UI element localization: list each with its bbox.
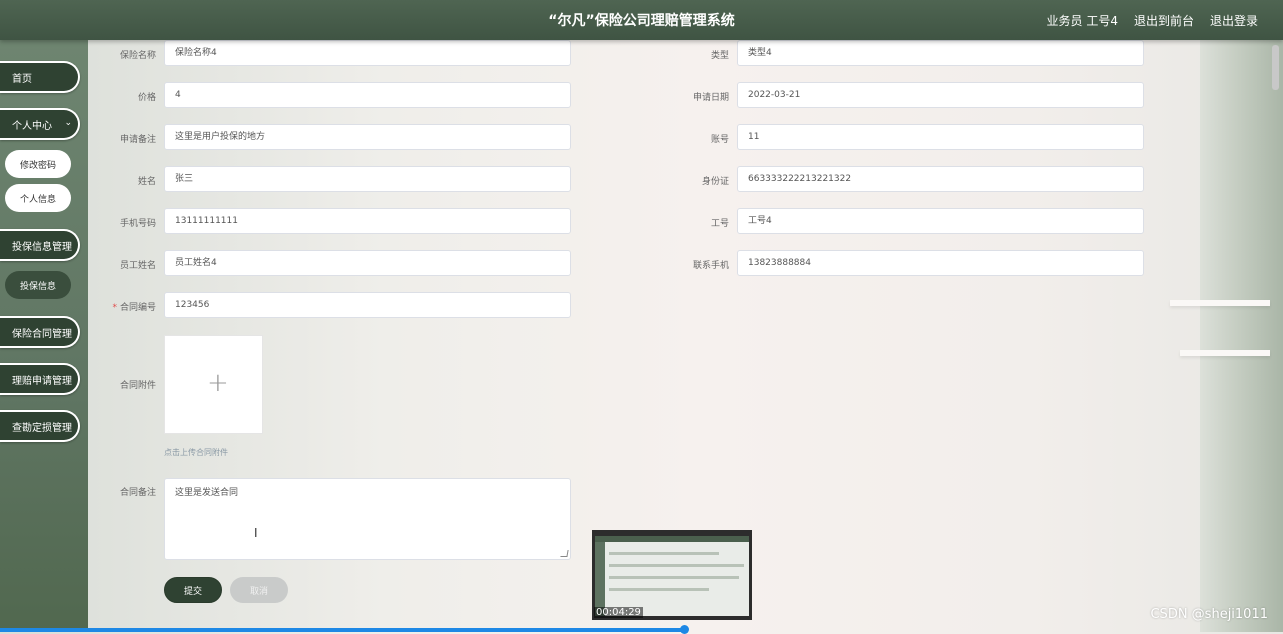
resize-grip-icon[interactable] bbox=[560, 550, 569, 557]
sidebar: 首页 个人中心 ⌄ 修改密码 个人信息 投保信息管理 投保信息 保险合同管理 理… bbox=[0, 40, 88, 632]
price-label: 价格 bbox=[137, 93, 156, 103]
video-preview-thumbnail[interactable]: 00:04:29 bbox=[592, 530, 752, 620]
sidebar-item-claim-mgmt[interactable]: 理赔申请管理 bbox=[0, 363, 80, 395]
contract-note-label: 合同备注 bbox=[119, 488, 156, 498]
sidebar-item-label: 首页 bbox=[12, 73, 32, 85]
apply-date-input[interactable]: 2022-03-21 bbox=[737, 82, 1144, 108]
sidebar-subitem-change-password[interactable]: 修改密码 bbox=[5, 150, 71, 178]
plus-icon: + bbox=[207, 368, 229, 398]
back-to-front-link[interactable]: 退出到前台 bbox=[1134, 12, 1194, 29]
video-preview-frame bbox=[595, 536, 749, 616]
video-progress-bar[interactable] bbox=[0, 625, 1283, 634]
chevron-down-icon: ⌄ bbox=[64, 118, 72, 128]
contact-phone-label: 联系手机 bbox=[692, 261, 729, 271]
account-input[interactable]: 11 bbox=[737, 124, 1144, 150]
insurance-name-input[interactable]: 保险名称4 bbox=[164, 40, 571, 66]
sidebar-item-label: 查勘定损管理 bbox=[12, 422, 72, 434]
sidebar-item-label: 投保信息管理 bbox=[12, 241, 72, 253]
user-role-label: 业务员 工号4 bbox=[1046, 14, 1118, 28]
sidebar-item-contract-mgmt[interactable]: 保险合同管理 bbox=[0, 316, 80, 348]
preview-row bbox=[609, 576, 739, 579]
name-input[interactable]: 张三 bbox=[164, 166, 571, 192]
price-input[interactable]: 4 bbox=[164, 82, 571, 108]
sidebar-item-survey-mgmt[interactable]: 查勘定损管理 bbox=[0, 410, 80, 442]
header-actions: 业务员 工号4 退出到前台 退出登录 bbox=[1047, 12, 1258, 29]
cancel-button[interactable]: 取消 bbox=[230, 577, 288, 603]
scrollbar[interactable] bbox=[1272, 45, 1279, 90]
id-card-input[interactable]: 663333222213221322 bbox=[737, 166, 1144, 192]
sidebar-subitem-personal-info[interactable]: 个人信息 bbox=[5, 184, 71, 212]
sidebar-item-label: 投保信息 bbox=[19, 281, 56, 292]
background-shelf bbox=[1170, 300, 1270, 306]
contract-attachment-label: 合同附件 bbox=[119, 381, 156, 391]
insurance-name-label: 保险名称 bbox=[119, 51, 156, 61]
preview-header bbox=[595, 536, 749, 542]
sidebar-item-label: 个人信息 bbox=[19, 194, 56, 205]
apply-date-label: 申请日期 bbox=[692, 93, 729, 103]
sidebar-item-insurance-info-mgmt[interactable]: 投保信息管理 bbox=[0, 229, 80, 261]
contract-note-text: 这里是发送合同 bbox=[175, 488, 239, 498]
sidebar-item-home[interactable]: 首页 bbox=[0, 61, 80, 93]
staff-no-input[interactable]: 工号4 bbox=[737, 208, 1144, 234]
staff-name-input[interactable]: 员工姓名4 bbox=[164, 250, 571, 276]
background-decoration bbox=[1200, 40, 1283, 632]
text-cursor-icon: I bbox=[254, 526, 258, 540]
preview-row bbox=[609, 588, 709, 591]
background-shelf bbox=[1180, 350, 1270, 356]
phone-input[interactable]: 13111111111 bbox=[164, 208, 571, 234]
sidebar-subitem-insurance-info[interactable]: 投保信息 bbox=[5, 271, 71, 299]
apply-note-label: 申请备注 bbox=[119, 135, 156, 145]
staff-name-label: 员工姓名 bbox=[119, 261, 156, 271]
contract-no-label: * 合同编号 bbox=[96, 300, 156, 313]
type-label: 类型 bbox=[710, 51, 729, 61]
sidebar-item-label: 修改密码 bbox=[19, 160, 56, 171]
type-input[interactable]: 类型4 bbox=[737, 40, 1144, 66]
top-header: “尔凡”保险公司理赔管理系统 业务员 工号4 退出到前台 退出登录 bbox=[0, 0, 1283, 40]
preview-sidebar bbox=[595, 542, 605, 616]
id-card-label: 身份证 bbox=[701, 177, 729, 187]
video-progress-knob[interactable] bbox=[680, 625, 689, 634]
sidebar-item-label: 个人中心 bbox=[12, 120, 52, 132]
watermark: CSDN @sheji1011 bbox=[1150, 607, 1268, 622]
staff-no-label: 工号 bbox=[710, 219, 729, 229]
contact-phone-input[interactable]: 13823888884 bbox=[737, 250, 1144, 276]
contract-no-input[interactable]: 123456 bbox=[164, 292, 571, 318]
apply-note-input[interactable]: 这里是用户投保的地方 bbox=[164, 124, 571, 150]
submit-button[interactable]: 提交 bbox=[164, 577, 222, 603]
sidebar-item-label: 理赔申请管理 bbox=[12, 375, 72, 387]
sidebar-item-personal-center[interactable]: 个人中心 ⌄ bbox=[0, 108, 80, 140]
upload-hint: 点击上传合同附件 bbox=[164, 448, 228, 457]
contract-note-textarea[interactable]: 这里是发送合同 bbox=[164, 478, 571, 560]
video-timestamp: 00:04:29 bbox=[594, 607, 643, 618]
preview-row bbox=[609, 552, 719, 555]
sidebar-item-label: 保险合同管理 bbox=[12, 328, 72, 340]
logout-link[interactable]: 退出登录 bbox=[1210, 12, 1258, 29]
name-label: 姓名 bbox=[137, 177, 156, 187]
preview-row bbox=[609, 564, 744, 567]
phone-label: 手机号码 bbox=[119, 219, 156, 229]
account-label: 账号 bbox=[710, 135, 729, 145]
required-mark: * bbox=[112, 303, 117, 313]
contract-attachment-upload[interactable]: + bbox=[164, 335, 263, 434]
contract-no-label-text: 合同编号 bbox=[119, 303, 156, 313]
video-progress-fill bbox=[0, 628, 685, 632]
